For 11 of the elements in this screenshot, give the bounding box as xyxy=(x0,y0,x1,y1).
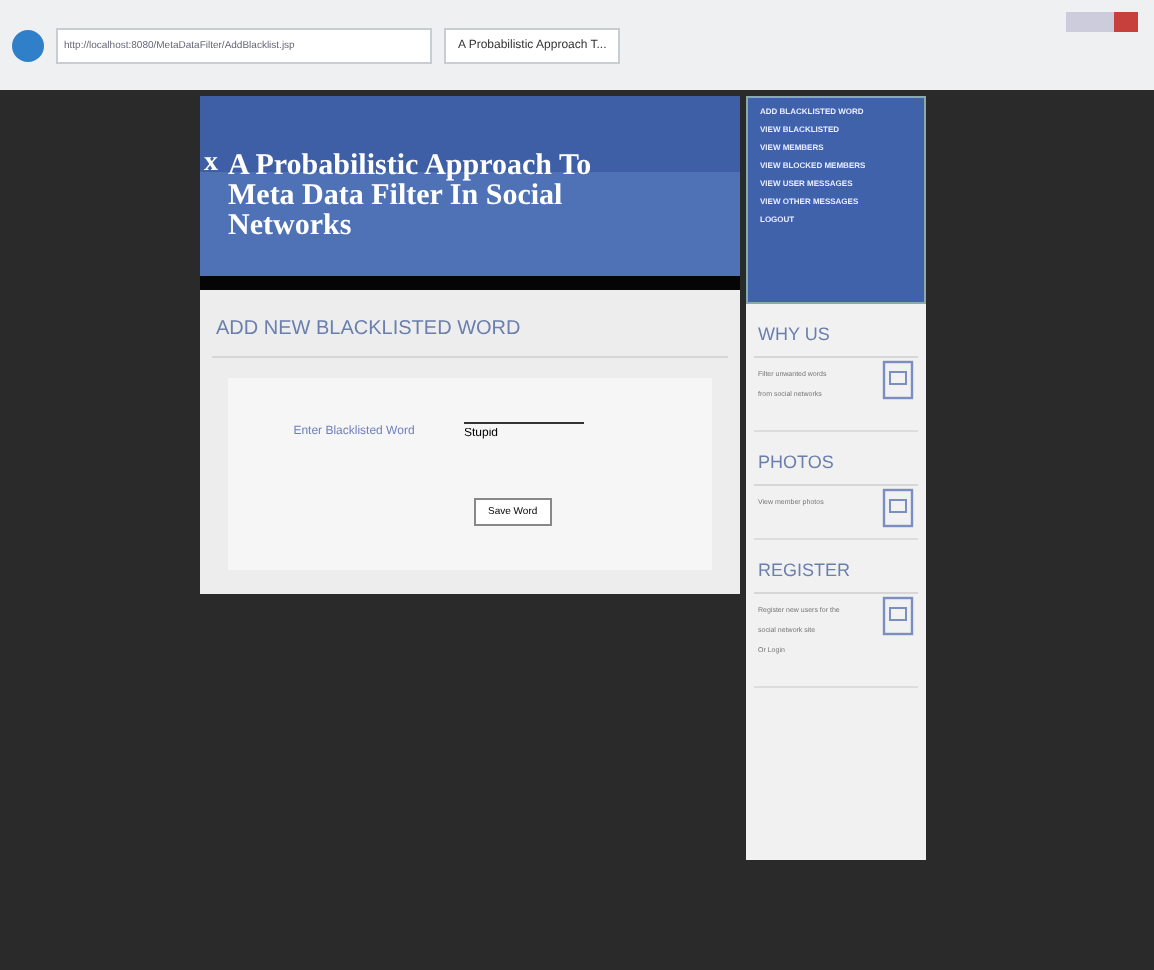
sidebar-heading: PHOTOS xyxy=(754,440,918,486)
sidebar-heading: REGISTER xyxy=(754,548,918,594)
back-button[interactable] xyxy=(12,29,44,61)
close-mark: x xyxy=(204,148,218,178)
site-title: A Probabilistic Approach To Meta Data Filter In Social Networks xyxy=(228,150,592,242)
document-icon xyxy=(882,360,914,400)
document-icon xyxy=(882,488,914,528)
form-heading: ADD NEW BLACKLISTED WORD xyxy=(212,302,728,358)
window-controls[interactable] xyxy=(1066,12,1138,32)
sidebar-heading: WHY US xyxy=(754,312,918,358)
document-icon xyxy=(882,596,914,636)
